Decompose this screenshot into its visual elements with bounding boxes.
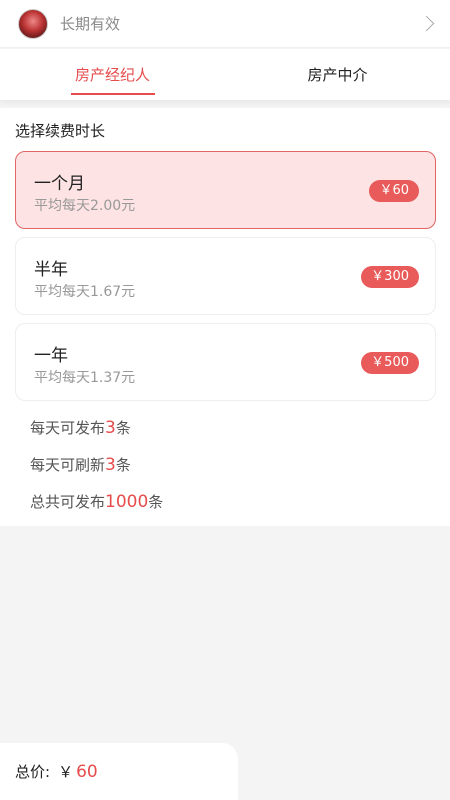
plan-section: 选择续费时长 一个月 平均每天2.00元 ￥60 半年 平均每天1.67元 ￥3… — [0, 108, 450, 526]
plan-daily-average: 平均每天1.67元 — [34, 284, 136, 300]
role-tabs: 房产经纪人 房产中介 — [0, 49, 450, 100]
price-badge: ￥500 — [361, 352, 419, 374]
perk-unit: 条 — [148, 493, 164, 511]
perk-count: 1000 — [105, 492, 149, 512]
plan-card-yearly[interactable]: 一年 平均每天1.37元 ￥500 — [15, 323, 436, 401]
plan-name: 半年 — [34, 260, 68, 280]
perk-text: 总共可发布 — [30, 493, 106, 511]
price-badge: ￥300 — [361, 266, 419, 288]
perk-daily-posts: 每天可发布3条 — [30, 417, 131, 438]
tab-agent[interactable]: 房产经纪人 — [0, 49, 225, 100]
perk-text: 每天可刷新 — [30, 456, 106, 474]
renewal-page: 长期有效 房产经纪人 房产中介 选择续费时长 一个月 平均每天2.00元 ￥60… — [0, 0, 450, 800]
plan-card-monthly[interactable]: 一个月 平均每天2.00元 ￥60 — [15, 151, 436, 229]
total-label: 总价: — [15, 763, 51, 781]
perk-count: 3 — [105, 418, 116, 438]
total-price: 60 — [76, 761, 98, 782]
price-badge: ￥60 — [369, 180, 419, 202]
plan-name: 一个月 — [34, 174, 85, 194]
perk-daily-refresh: 每天可刷新3条 — [30, 454, 131, 475]
perk-unit: 条 — [115, 419, 131, 437]
membership-header[interactable]: 长期有效 — [0, 0, 450, 48]
perk-total-posts: 总共可发布1000条 — [30, 491, 163, 512]
plan-daily-average: 平均每天2.00元 — [34, 198, 136, 214]
plan-name: 一年 — [34, 346, 68, 366]
plan-daily-average: 平均每天1.37元 — [34, 370, 136, 386]
perk-text: 每天可发布 — [30, 419, 106, 437]
validity-status: 长期有效 — [60, 15, 121, 33]
currency-symbol: ￥ — [58, 763, 74, 781]
perk-count: 3 — [105, 455, 116, 475]
total-bar: 总价: ￥ 60 — [0, 743, 238, 800]
chevron-right-icon[interactable] — [418, 15, 435, 31]
avatar — [18, 8, 48, 39]
perk-unit: 条 — [115, 456, 131, 474]
plan-card-half-year[interactable]: 半年 平均每天1.67元 ￥300 — [15, 237, 436, 315]
tab-agency[interactable]: 房产中介 — [225, 49, 450, 100]
section-title: 选择续费时长 — [15, 122, 106, 140]
